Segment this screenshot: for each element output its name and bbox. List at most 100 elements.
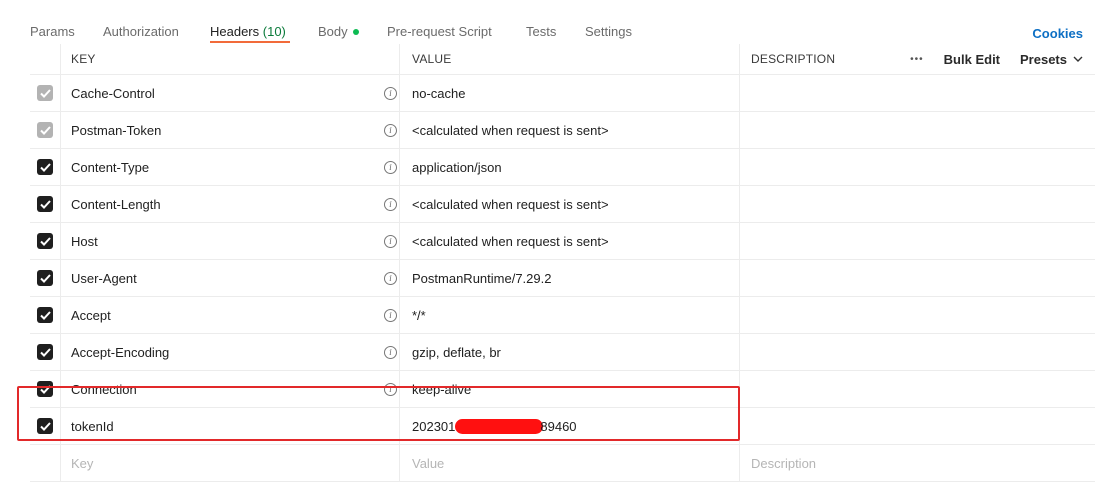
row-description-cell[interactable] bbox=[741, 408, 1095, 444]
request-tabs: Params Authorization Headers (10) Body P… bbox=[0, 0, 1095, 44]
tab-tests[interactable]: Tests bbox=[526, 24, 556, 39]
presets-dropdown[interactable]: Presets bbox=[1020, 52, 1083, 67]
value-placeholder: Value bbox=[412, 455, 445, 471]
info-icon[interactable]: i bbox=[384, 112, 397, 148]
tab-body[interactable]: Body bbox=[318, 24, 359, 39]
row-key-cell[interactable]: Postman-Token bbox=[61, 112, 400, 148]
row-value-text: <calculated when request is sent> bbox=[412, 196, 609, 212]
row-check-cell bbox=[30, 75, 61, 111]
checkmark-icon bbox=[39, 162, 51, 172]
info-icon[interactable]: i bbox=[384, 334, 397, 370]
row-value-cell[interactable]: <calculated when request is sent> bbox=[401, 223, 740, 259]
table-row: Content-Type i application/json bbox=[30, 149, 1095, 186]
row-description-cell[interactable] bbox=[741, 149, 1095, 185]
row-value-suffix: 89460 bbox=[540, 418, 577, 434]
row-description-cell[interactable] bbox=[741, 371, 1095, 407]
info-icon[interactable]: i bbox=[384, 149, 397, 185]
row-value-cell[interactable]: */* bbox=[401, 297, 740, 333]
row-key-cell[interactable]: Content-Length bbox=[61, 186, 400, 222]
row-checkbox[interactable] bbox=[37, 85, 53, 101]
row-key-cell[interactable]: Accept bbox=[61, 297, 400, 333]
table-row: Postman-Token i <calculated when request i… bbox=[30, 112, 1095, 149]
row-key-text: Content-Length bbox=[71, 196, 161, 212]
checkmark-icon bbox=[39, 125, 51, 135]
new-key-input[interactable]: Key bbox=[61, 445, 400, 481]
row-checkbox[interactable] bbox=[37, 233, 53, 249]
row-check-cell bbox=[30, 334, 61, 370]
row-checkbox[interactable] bbox=[37, 159, 53, 175]
row-checkbox[interactable] bbox=[37, 344, 53, 360]
header-check-cell bbox=[30, 44, 61, 74]
table-tools: ••• Bulk Edit Presets bbox=[910, 44, 1083, 74]
row-value-cell[interactable]: <calculated when request is sent> bbox=[401, 112, 740, 148]
column-header-key: KEY bbox=[61, 44, 400, 74]
row-checkbox[interactable] bbox=[37, 270, 53, 286]
row-value-cell[interactable]: PostmanRuntime/7.29.2 bbox=[401, 260, 740, 296]
bulk-edit-button[interactable]: Bulk Edit bbox=[944, 52, 1000, 67]
row-description-cell[interactable] bbox=[741, 297, 1095, 333]
table-row: Cache-Control i no-cache bbox=[30, 75, 1095, 112]
row-key-cell[interactable]: tokenId bbox=[61, 408, 400, 444]
row-check-cell bbox=[30, 112, 61, 148]
tab-body-label: Body bbox=[318, 24, 348, 39]
row-key-cell[interactable]: User-Agent bbox=[61, 260, 400, 296]
row-checkbox[interactable] bbox=[37, 418, 53, 434]
column-description-label: DESCRIPTION bbox=[751, 52, 836, 66]
row-key-cell[interactable]: Connection bbox=[61, 371, 400, 407]
row-key-cell[interactable]: Accept-Encoding bbox=[61, 334, 400, 370]
row-checkbox[interactable] bbox=[37, 122, 53, 138]
row-key-text: User-Agent bbox=[71, 270, 137, 286]
description-placeholder: Description bbox=[751, 455, 817, 471]
info-icon[interactable]: i bbox=[384, 260, 397, 296]
row-check-cell bbox=[30, 408, 61, 444]
table-row: Host i <calculated when request is sent> bbox=[30, 223, 1095, 260]
table-row: Accept-Encoding i gzip, deflate, br bbox=[30, 334, 1095, 371]
tab-settings[interactable]: Settings bbox=[585, 24, 632, 39]
column-key-label: KEY bbox=[71, 52, 96, 66]
new-value-input[interactable]: Value bbox=[401, 445, 740, 481]
row-key-text: Connection bbox=[71, 381, 137, 397]
row-key-text: Accept bbox=[71, 307, 111, 323]
table-row-new: Key Value Description bbox=[30, 445, 1095, 482]
tab-authorization[interactable]: Authorization bbox=[103, 24, 179, 39]
cookies-link[interactable]: Cookies bbox=[1032, 26, 1083, 41]
row-value-cell[interactable]: no-cache bbox=[401, 75, 740, 111]
row-value-cell[interactable]: gzip, deflate, br bbox=[401, 334, 740, 370]
row-value-cell[interactable]: application/json bbox=[401, 149, 740, 185]
row-key-cell[interactable]: Content-Type bbox=[61, 149, 400, 185]
presets-label: Presets bbox=[1020, 51, 1067, 67]
row-check-cell bbox=[30, 371, 61, 407]
row-description-cell[interactable] bbox=[741, 186, 1095, 222]
row-checkbox[interactable] bbox=[37, 381, 53, 397]
row-value-cell[interactable]: 202301 89460 bbox=[401, 408, 740, 444]
row-value-cell[interactable]: keep-alive bbox=[401, 371, 740, 407]
tab-prerequest-script[interactable]: Pre-request Script bbox=[387, 24, 492, 39]
row-key-text: Postman-Token bbox=[71, 122, 162, 138]
row-value-cell[interactable]: <calculated when request is sent> bbox=[401, 186, 740, 222]
row-description-cell[interactable] bbox=[741, 334, 1095, 370]
info-icon[interactable]: i bbox=[384, 223, 397, 259]
row-check-cell bbox=[30, 260, 61, 296]
row-checkbox[interactable] bbox=[37, 307, 53, 323]
info-icon[interactable]: i bbox=[384, 371, 397, 407]
row-value-prefix: 202301 bbox=[412, 418, 456, 434]
tab-params[interactable]: Params bbox=[30, 24, 75, 39]
table-row: Accept i */* bbox=[30, 297, 1095, 334]
info-icon[interactable]: i bbox=[384, 75, 397, 111]
row-key-cell[interactable]: Host bbox=[61, 223, 400, 259]
row-description-cell[interactable] bbox=[741, 223, 1095, 259]
row-key-text: tokenId bbox=[71, 418, 114, 434]
row-key-cell[interactable]: Cache-Control bbox=[61, 75, 400, 111]
checkmark-icon bbox=[39, 88, 51, 98]
info-icon[interactable]: i bbox=[384, 297, 397, 333]
row-checkbox[interactable] bbox=[37, 196, 53, 212]
tab-headers-label: Headers bbox=[210, 24, 260, 39]
tab-headers-count: (10) bbox=[262, 24, 286, 39]
row-description-cell[interactable] bbox=[741, 260, 1095, 296]
row-description-cell[interactable] bbox=[741, 112, 1095, 148]
tab-headers[interactable]: Headers (10) bbox=[210, 24, 286, 39]
info-icon[interactable]: i bbox=[384, 186, 397, 222]
new-description-input[interactable]: Description bbox=[741, 445, 1095, 481]
more-options-icon[interactable]: ••• bbox=[910, 54, 924, 65]
row-description-cell[interactable] bbox=[741, 75, 1095, 111]
